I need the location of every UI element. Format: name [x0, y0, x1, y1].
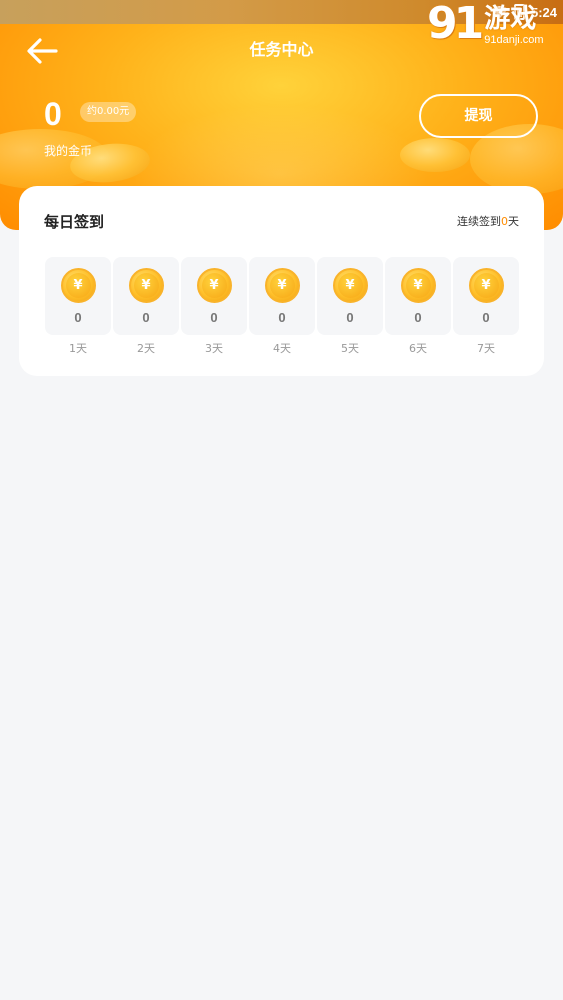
checkin-title: 每日签到 — [44, 213, 105, 231]
day-reward: 0 — [346, 310, 354, 325]
watermark-number: 91 — [427, 0, 484, 49]
checkin-day-5[interactable]: ¥ 0 5天 — [317, 257, 383, 357]
checkin-day-7[interactable]: ¥ 0 7天 — [453, 257, 519, 357]
watermark-domain: 91danji.com — [484, 34, 544, 46]
coin-balance-label: 我的金币 — [44, 144, 93, 158]
coin-icon: ¥ — [400, 268, 436, 303]
daily-checkin-card: 每日签到 连续签到0天 ¥ 0 1天 ¥ 0 2天 ¥ 0 3天 ¥ 0 4天 … — [19, 186, 544, 376]
day-reward: 0 — [278, 310, 286, 325]
coin-icon: ¥ — [60, 268, 96, 303]
day-label: 7天 — [477, 342, 495, 355]
coin-balance: 0 — [44, 96, 62, 132]
banner-coin-decoration — [400, 138, 470, 172]
checkin-day-3[interactable]: ¥ 0 3天 — [181, 257, 247, 357]
day-label: 1天 — [69, 342, 87, 355]
watermark-text: 游戏 — [484, 4, 537, 34]
checkin-streak: 连续签到0天 — [457, 214, 519, 230]
day-reward: 0 — [210, 310, 218, 325]
withdraw-button[interactable]: 提现 — [419, 94, 538, 138]
day-label: 2天 — [137, 342, 155, 355]
coin-icon: ¥ — [332, 268, 368, 303]
checkin-day-6[interactable]: ¥ 0 6天 — [385, 257, 451, 357]
streak-prefix: 连续签到 — [457, 215, 501, 228]
coin-icon: ¥ — [128, 268, 164, 303]
day-label: 5天 — [341, 342, 359, 355]
day-reward: 0 — [142, 310, 150, 325]
day-label: 3天 — [205, 342, 223, 355]
streak-days: 0 — [501, 215, 508, 228]
day-box: ¥ 0 — [453, 257, 519, 335]
streak-suffix: 天 — [508, 215, 519, 228]
watermark-logo: 91 游戏 91danji.com — [427, 0, 559, 54]
day-box: ¥ 0 — [317, 257, 383, 335]
day-box: ¥ 0 — [249, 257, 315, 335]
day-box: ¥ 0 — [45, 257, 111, 335]
day-label: 4天 — [273, 342, 291, 355]
checkin-day-2[interactable]: ¥ 0 2天 — [113, 257, 179, 357]
checkin-day-1[interactable]: ¥ 0 1天 — [45, 257, 111, 357]
day-box: ¥ 0 — [385, 257, 451, 335]
checkin-days: ¥ 0 1天 ¥ 0 2天 ¥ 0 3天 ¥ 0 4天 ¥ 0 5天 ¥ 0 6… — [45, 257, 519, 357]
checkin-day-4[interactable]: ¥ 0 4天 — [249, 257, 315, 357]
coin-icon: ¥ — [468, 268, 504, 303]
day-box: ¥ 0 — [113, 257, 179, 335]
day-reward: 0 — [74, 310, 82, 325]
coin-icon: ¥ — [196, 268, 232, 303]
day-reward: 0 — [414, 310, 422, 325]
coin-icon: ¥ — [264, 268, 300, 303]
day-reward: 0 — [482, 310, 490, 325]
yuan-value-badge: 约0.00元 — [80, 102, 137, 122]
day-box: ¥ 0 — [181, 257, 247, 335]
day-label: 6天 — [409, 342, 427, 355]
